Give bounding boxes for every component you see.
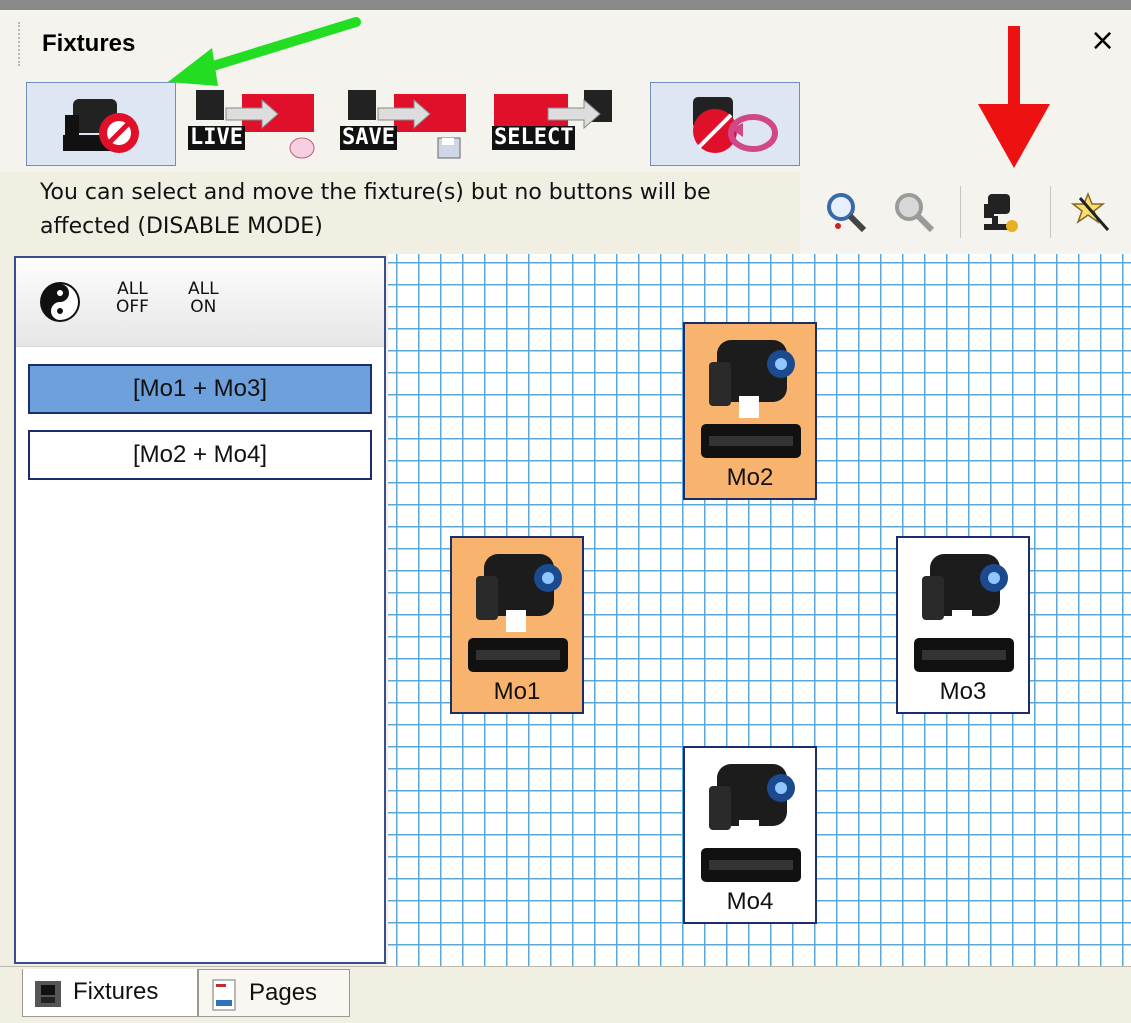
fixture-select-icon	[494, 90, 612, 132]
fixture-grid[interactable]: Mo2 Mo1 Mo3 Mo4	[388, 254, 1131, 966]
zoom-in-icon	[827, 193, 867, 233]
close-icon[interactable]: ×	[1090, 26, 1115, 56]
fixture-disable-icon	[63, 99, 139, 153]
fixture-label: Mo4	[726, 888, 774, 915]
fixture-unlink-icon	[693, 97, 778, 153]
group-item[interactable]: [Mo1 + Mo3]	[28, 364, 372, 414]
moving-head-icon	[914, 554, 1014, 672]
fixture-label: Mo1	[493, 678, 541, 705]
yin-yang-icon	[40, 282, 80, 322]
fixture-save-icon	[348, 90, 466, 159]
fixture-live-icon	[196, 90, 315, 159]
toolbar-divider	[960, 186, 961, 238]
fixture-tile[interactable]: Mo1	[450, 536, 584, 714]
mode-hint-text: You can select and move the fixture(s) b…	[40, 180, 711, 239]
tab-pages[interactable]: Pages	[198, 969, 350, 1017]
window-title: Fixtures	[42, 30, 136, 57]
select-mode-label: SELECT	[492, 125, 576, 150]
toolbar-divider	[1050, 186, 1051, 238]
all-on-label-line2: ON	[190, 297, 217, 317]
zoom-out-button[interactable]	[892, 190, 936, 234]
save-mode-button[interactable]: SAVE	[334, 82, 482, 166]
fixture-settings-icon	[984, 194, 1018, 232]
toggle-all-button[interactable]	[38, 280, 82, 324]
zoom-toolbar	[800, 172, 1131, 254]
fixture-label: Mo3	[939, 678, 987, 705]
disable-mode-button[interactable]	[26, 82, 176, 166]
moving-head-icon	[701, 764, 801, 882]
fixture-tile[interactable]: Mo4	[683, 746, 817, 924]
title-bar	[0, 10, 1131, 80]
clear-button[interactable]	[1070, 190, 1114, 234]
window-top-border	[0, 0, 1131, 10]
save-mode-label: SAVE	[340, 125, 397, 150]
live-mode-button[interactable]: LIVE	[182, 82, 330, 166]
all-off-label-line1: ALL	[117, 279, 148, 299]
fixture-settings-button[interactable]	[978, 190, 1022, 234]
fixture-tab-icon	[35, 981, 61, 1007]
fixture-tile[interactable]: Mo3	[896, 536, 1030, 714]
zoom-in-button[interactable]	[824, 190, 868, 234]
zoom-out-icon	[895, 193, 935, 233]
tab-fixtures[interactable]: Fixtures	[22, 969, 198, 1017]
all-on-button[interactable]: ALL ON	[188, 280, 219, 316]
tab-label: Pages	[249, 979, 318, 1006]
all-controls-row: ALL OFF ALL ON	[16, 258, 384, 347]
all-off-label-line2: OFF	[116, 297, 149, 317]
moving-head-icon	[701, 340, 801, 458]
all-on-label-line1: ALL	[188, 279, 219, 299]
live-mode-label: LIVE	[188, 125, 245, 150]
moving-head-icon	[468, 554, 568, 672]
select-mode-button[interactable]: SELECT	[488, 82, 636, 166]
fixtures-window: Fixtures × LIVE SAVE SELECT You can sele…	[0, 0, 1131, 1023]
group-panel: ALL OFF ALL ON [Mo1 + Mo3] [Mo2 + Mo4]	[14, 256, 386, 964]
fixture-label: Mo2	[726, 464, 774, 491]
pages-tab-icon	[212, 979, 236, 1011]
wand-icon	[1070, 191, 1110, 231]
mode-toolbar: LIVE SAVE SELECT	[0, 80, 1131, 172]
unlink-button[interactable]	[650, 82, 800, 166]
tab-label: Fixtures	[73, 978, 159, 1005]
all-off-button[interactable]: ALL OFF	[116, 280, 149, 316]
group-item[interactable]: [Mo2 + Mo4]	[28, 430, 372, 480]
drag-grip[interactable]	[18, 22, 24, 66]
fixture-tile[interactable]: Mo2	[683, 322, 817, 500]
bottom-tab-bar: Fixtures Pages	[0, 966, 1131, 1023]
